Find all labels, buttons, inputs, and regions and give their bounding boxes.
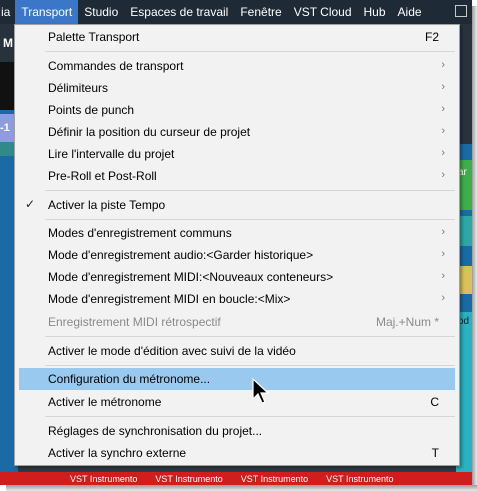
left-number: -1 (0, 122, 10, 134)
menu-item-reglages-synchronisation[interactable]: Réglages de synchronisation du projet... (15, 420, 459, 442)
menu-item-lire-intervalle[interactable]: Lire l'intervalle du projet › (15, 143, 459, 165)
menu-media[interactable]: ia (0, 0, 15, 24)
track-label: VST Instrumento (326, 474, 394, 484)
left-letter: M (3, 36, 13, 50)
menu-item-activer-piste-tempo[interactable]: ✓ Activer la piste Tempo (15, 194, 459, 216)
chevron-right-icon: › (441, 103, 445, 115)
menu-espaces-de-travail[interactable]: Espaces de travail (124, 0, 234, 24)
chevron-right-icon: › (441, 270, 445, 282)
chevron-right-icon: › (441, 147, 445, 159)
menu-item-enregistrement-midi-retrospectif: Enregistrement MIDI rétrospectif Maj.+Nu… (48, 315, 439, 329)
menu-item-pre-roll-post-roll[interactable]: Pre-Roll et Post-Roll › (15, 165, 459, 187)
menu-transport[interactable]: Transport (15, 0, 79, 24)
bottom-track-labels: VST Instrumento VST Instrumento VST Inst… (70, 474, 394, 484)
menu-item-palette-transport[interactable]: Palette Transport F2 (15, 26, 459, 48)
menu-aide[interactable]: Aide (392, 0, 428, 24)
menu-item-activer-metronome[interactable]: Activer le métronome C (15, 391, 459, 413)
menu-item-configuration-metronome[interactable]: Configuration du métronome... (19, 368, 455, 390)
chevron-right-icon: › (441, 226, 445, 238)
application-window: ia Transport Studio Espaces de travail F… (0, 0, 472, 485)
menu-item-delimiteurs[interactable]: Délimiteurs › (15, 77, 459, 99)
menu-separator (45, 190, 455, 191)
chevron-right-icon: › (441, 125, 445, 137)
menu-item-mode-enregistrement-audio[interactable]: Mode d'enregistrement audio:<Garder hist… (15, 244, 459, 266)
chevron-right-icon: › (441, 81, 445, 93)
menu-item-mode-enregistrement-midi-boucle[interactable]: Mode d'enregistrement MIDI en boucle:<Mi… (15, 288, 459, 310)
window-restore-icon[interactable] (455, 5, 469, 19)
menu-vst-cloud[interactable]: VST Cloud (288, 0, 358, 24)
track-label: VST Instrumento (240, 474, 309, 484)
menu-separator (45, 219, 455, 220)
track-label: VST Instrumento (70, 474, 138, 484)
menu-studio[interactable]: Studio (78, 0, 124, 24)
track-label: VST Instrumento (155, 474, 223, 484)
transport-menu: Palette Transport F2 Commandes de transp… (14, 24, 460, 466)
chevron-right-icon: › (441, 292, 445, 304)
menu-item-activer-synchro-externe[interactable]: Activer la synchro externe T (15, 442, 459, 464)
window-shadow-right (472, 6, 477, 491)
menu-item-points-de-punch[interactable]: Points de punch › (15, 99, 459, 121)
checkmark-icon: ✓ (25, 197, 36, 211)
chevron-right-icon: › (441, 169, 445, 181)
menu-item-position-curseur[interactable]: Définir la position du curseur de projet… (15, 121, 459, 143)
menu-item-mode-enregistrement-midi[interactable]: Mode d'enregistrement MIDI:<Nouveaux con… (15, 266, 459, 288)
menubar: ia Transport Studio Espaces de travail F… (0, 0, 472, 24)
mouse-pointer-icon (252, 378, 270, 404)
menu-separator (45, 365, 455, 366)
chevron-right-icon: › (441, 248, 445, 260)
window-shadow-bottom (6, 485, 477, 491)
chevron-right-icon: › (441, 59, 445, 71)
menu-item-commandes-de-transport[interactable]: Commandes de transport › (15, 55, 459, 77)
menu-hub[interactable]: Hub (358, 0, 392, 24)
menu-item-modes-enregistrement-communs[interactable]: Modes d'enregistrement communs › (15, 222, 459, 244)
menu-separator (45, 336, 455, 337)
menu-fenetre[interactable]: Fenêtre (234, 0, 287, 24)
menu-separator (45, 51, 455, 52)
menu-separator (45, 416, 455, 417)
menu-item-edition-suivi-video[interactable]: Activer le mode d'édition avec suivi de … (15, 340, 459, 362)
